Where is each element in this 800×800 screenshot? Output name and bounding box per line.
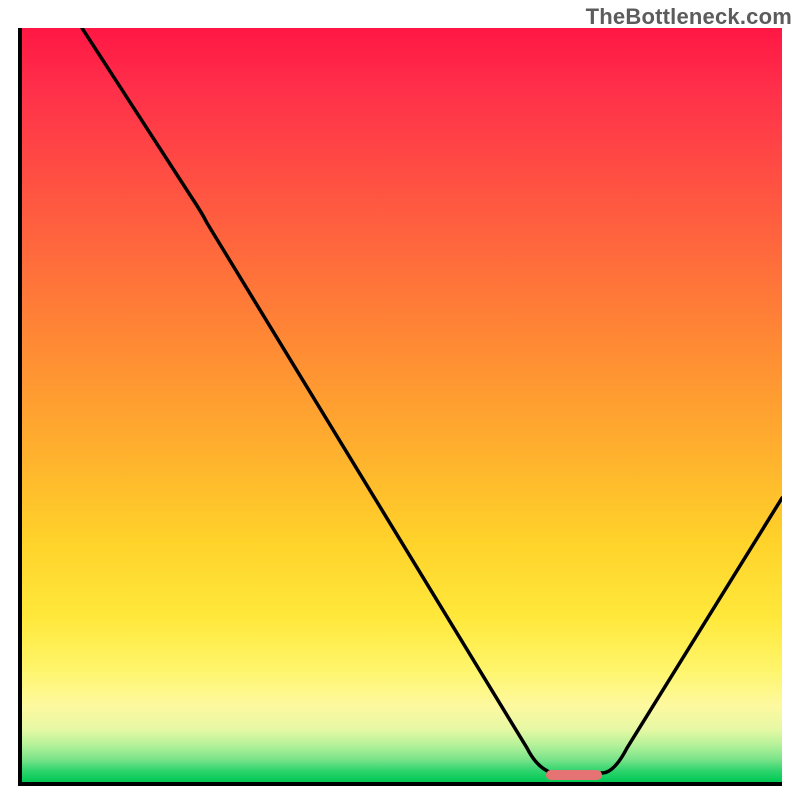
plot-area xyxy=(18,28,782,786)
bottleneck-curve xyxy=(22,28,782,782)
watermark-text: TheBottleneck.com xyxy=(586,4,792,30)
optimal-marker xyxy=(546,770,602,780)
